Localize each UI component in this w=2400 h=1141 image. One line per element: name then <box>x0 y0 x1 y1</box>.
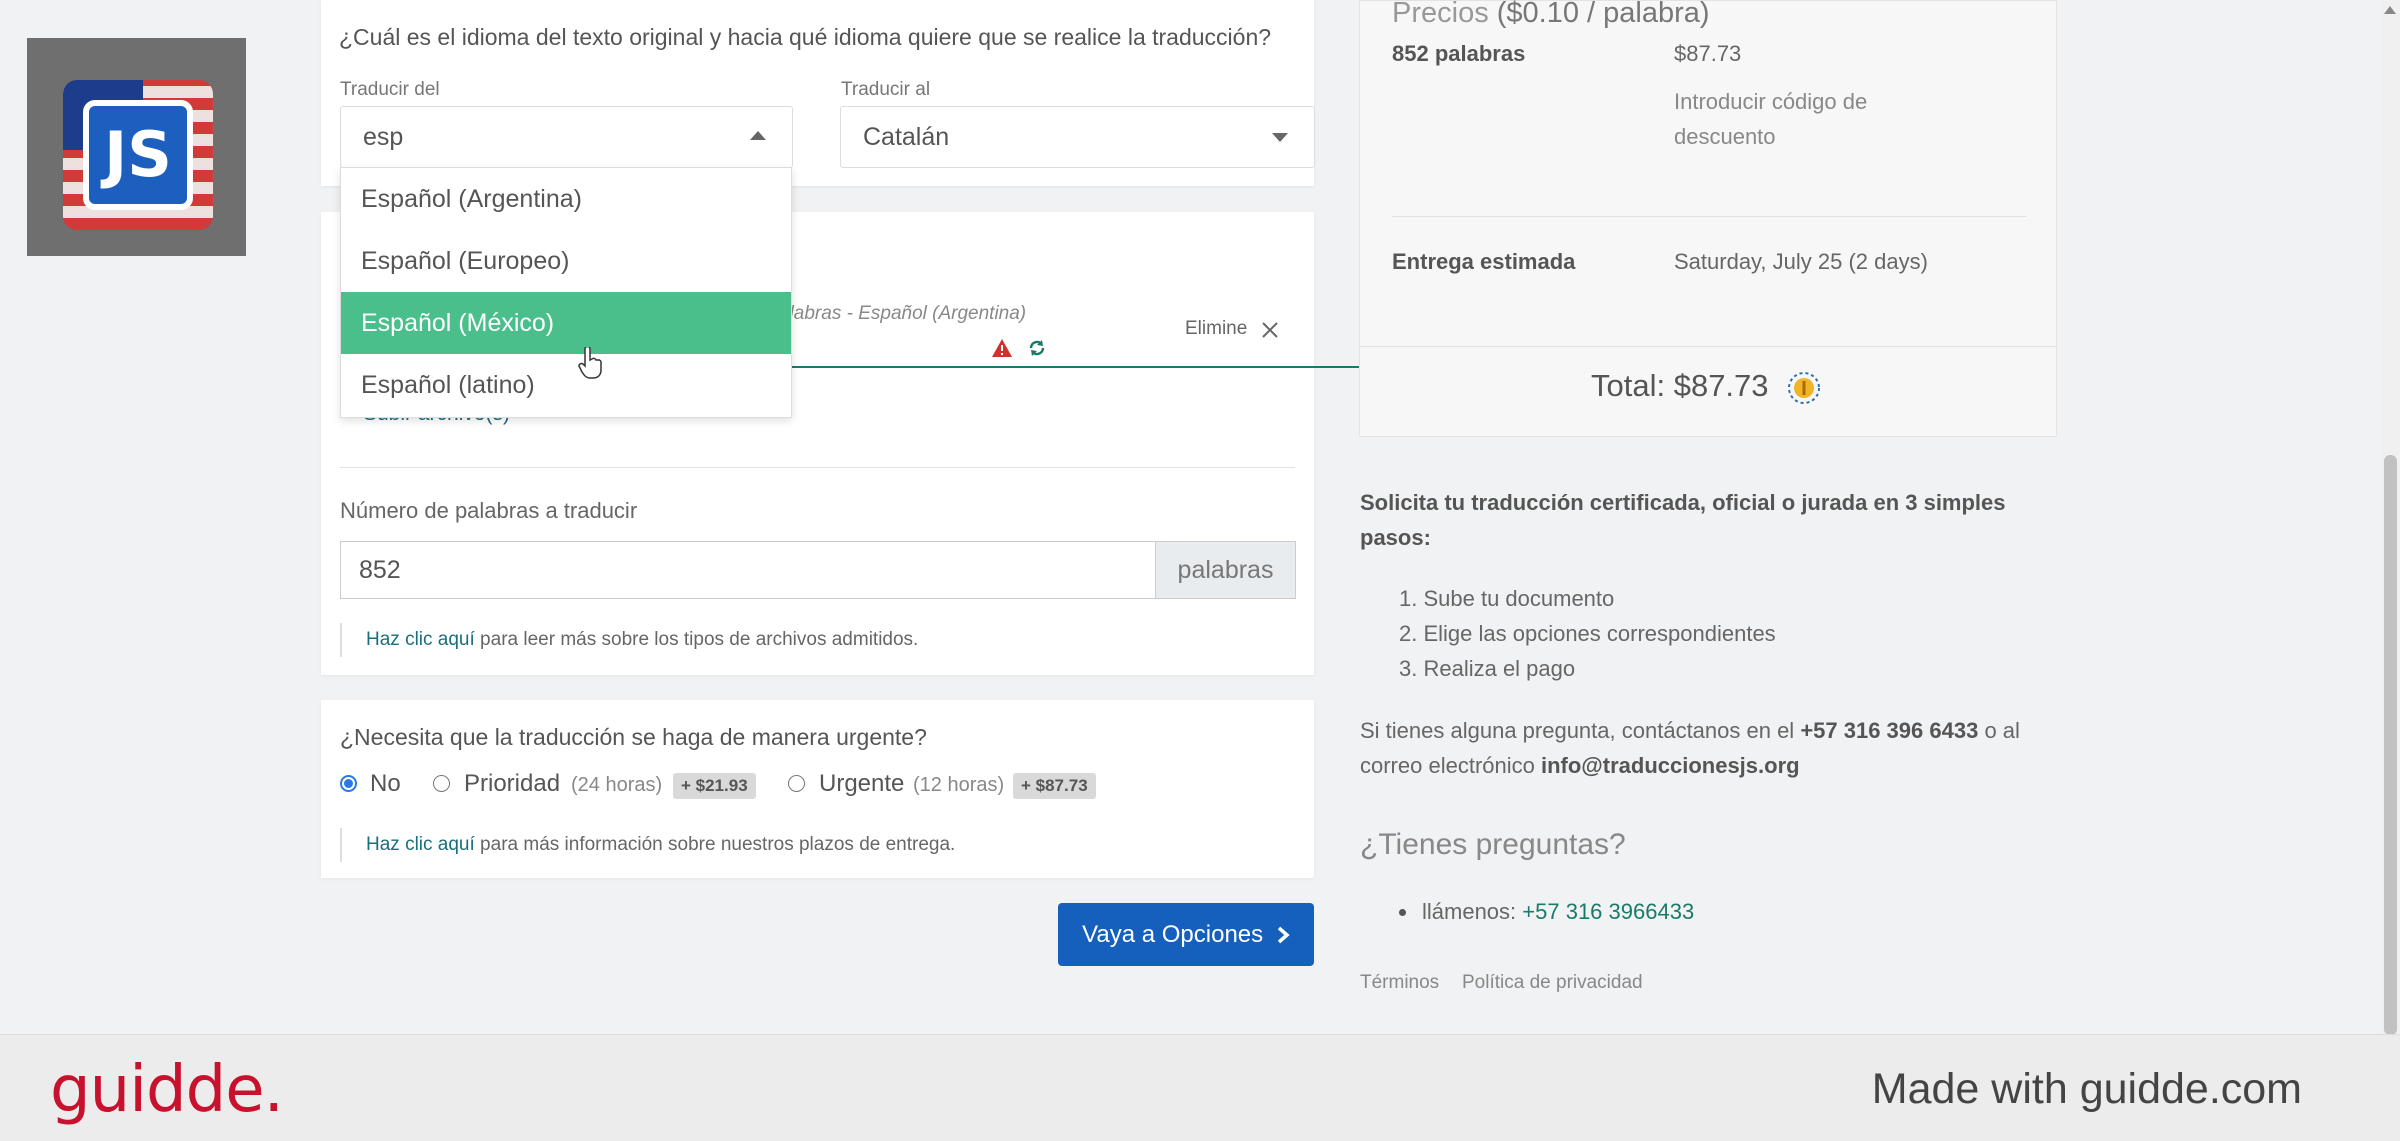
option-espanol-mexico[interactable]: Español (México) <box>341 292 791 354</box>
total-divider <box>1360 346 2056 347</box>
discount-code-link-line1[interactable]: Introducir código de <box>1674 89 1867 115</box>
warning-icon <box>992 339 1012 357</box>
close-icon[interactable] <box>1261 321 1279 339</box>
urgency-no-label[interactable]: No <box>370 770 401 798</box>
words-addon: palabras <box>1155 541 1296 599</box>
caret-down-icon <box>1272 133 1288 142</box>
hand-cursor-icon <box>578 347 602 379</box>
scrollbar-thumb[interactable] <box>2384 455 2397 1035</box>
urgency-priority-time: (24 horas) <box>571 774 663 796</box>
step-item: 2. Elige las opciones correspondientes <box>1399 621 1776 646</box>
scroll-up-arrow-icon[interactable] <box>2384 6 2396 14</box>
option-espanol-europeo[interactable]: Español (Europeo) <box>341 230 791 292</box>
flag-background: JS <box>63 80 213 230</box>
total-amount: Total: $87.73 <box>1591 368 1769 403</box>
contact-email[interactable]: info@traduccionesjs.org <box>1541 753 1800 778</box>
language-question: ¿Cuál es el idioma del texto original y … <box>339 24 1272 50</box>
summary-divider <box>1392 216 2026 217</box>
file-row-text: alabras - Español (Argentina) <box>779 303 1027 324</box>
option-espanol-latino[interactable]: Español (latino) <box>341 354 791 416</box>
contact-phone[interactable]: +57 316 396 6433 <box>1800 718 1978 743</box>
words-price-summary: $87.73 <box>1674 41 1742 66</box>
chevron-right-icon <box>1277 926 1290 944</box>
terms-link[interactable]: Términos <box>1360 972 1439 994</box>
words-count-input[interactable]: 852 <box>340 541 1156 599</box>
delivery-text: para más información sobre nuestros plaz… <box>474 834 956 855</box>
option-espanol-argentina[interactable]: Español (Argentina) <box>341 168 791 230</box>
delivery-value: Saturday, July 25 (2 days) <box>1674 249 1928 274</box>
prices-heading: Precios ($0.10 / palabra) <box>1392 0 1710 29</box>
step-item: 1. Sube tu documento <box>1399 586 1615 611</box>
urgency-question: ¿Necesita que la traducción se haga de m… <box>340 724 927 750</box>
contact-line1: Si tienes alguna pregunta, contáctanos e… <box>1360 718 2020 743</box>
urgency-urgent-radio[interactable] <box>788 775 805 792</box>
privacy-link[interactable]: Política de privacidad <box>1462 972 1643 994</box>
contact-line2: correo electrónico info@traduccionesjs.o… <box>1360 753 1800 778</box>
to-language-select[interactable]: Catalán <box>840 106 1315 168</box>
urgency-urgent-time: (12 horas) <box>913 774 1005 796</box>
made-with-text: Made with guidde.com <box>1871 1065 2302 1113</box>
guidde-logo: guidde. <box>50 1053 284 1127</box>
to-language-value: Catalán <box>863 123 950 151</box>
from-language-label: Traducir del <box>340 79 440 100</box>
from-language-dropdown: Español (Argentina) Español (Europeo) Es… <box>340 167 792 418</box>
file-types-link[interactable]: Haz clic aquí <box>366 629 475 650</box>
section-divider <box>340 467 1295 468</box>
price-summary-panel: Precios ($0.10 / palabra) 852 palabras $… <box>1359 0 2057 437</box>
file-types-text: para leer más sobre los tipos de archivo… <box>474 629 919 650</box>
from-language-select[interactable]: esp <box>340 106 793 168</box>
file-remove-label[interactable]: Elimine <box>1185 318 1247 340</box>
words-label: Número de palabras a traducir <box>340 498 638 523</box>
call-phone-link[interactable]: +57 316 3966433 <box>1522 899 1694 924</box>
questions-heading: ¿Tienes preguntas? <box>1360 828 1626 861</box>
bullet-icon <box>1399 909 1406 916</box>
caret-up-icon <box>750 131 766 140</box>
file-types-note: Haz clic aquí para leer más sobre los ti… <box>340 623 918 657</box>
from-language-search-input[interactable]: esp <box>363 123 403 151</box>
urgency-no-radio[interactable] <box>340 775 357 792</box>
delivery-label: Entrega estimada <box>1392 249 1576 274</box>
words-count-summary: 852 palabras <box>1392 41 1526 66</box>
logo-js-text: JS <box>83 100 193 210</box>
discount-code-link-line2[interactable]: descuento <box>1674 124 1776 150</box>
to-language-label: Traducir al <box>841 79 931 100</box>
next-options-label: Vaya a Opciones <box>1082 921 1264 948</box>
info-headline-line2: pasos: <box>1360 525 1431 550</box>
company-logo[interactable]: JS <box>27 38 246 256</box>
language-card: ¿Cuál es el idioma del texto original y … <box>321 0 1315 186</box>
urgency-priority-label[interactable]: Prioridad <box>464 770 560 798</box>
urgency-card: ¿Necesita que la traducción se haga de m… <box>321 700 1314 878</box>
urgency-priority-radio[interactable] <box>433 775 450 792</box>
refresh-icon[interactable] <box>1027 338 1047 358</box>
delivery-note: Haz clic aquí para más información sobre… <box>340 828 955 862</box>
info-headline-line1: Solicita tu traducción certificada, ofic… <box>1360 490 2006 515</box>
urgency-urgent-price-badge: + $87.73 <box>1013 773 1096 799</box>
call-line: llámenos: +57 316 3966433 <box>1422 899 1695 924</box>
step-item: 3. Realiza el pago <box>1399 656 1576 681</box>
delivery-link[interactable]: Haz clic aquí <box>366 834 475 855</box>
guidde-footer: guidde. Made with guidde.com <box>0 1034 2400 1141</box>
next-options-button[interactable]: Vaya a Opciones <box>1058 903 1314 966</box>
coin-icon <box>1788 372 1820 404</box>
urgency-priority-price-badge: + $21.93 <box>673 773 756 799</box>
urgency-urgent-label[interactable]: Urgente <box>819 770 904 798</box>
